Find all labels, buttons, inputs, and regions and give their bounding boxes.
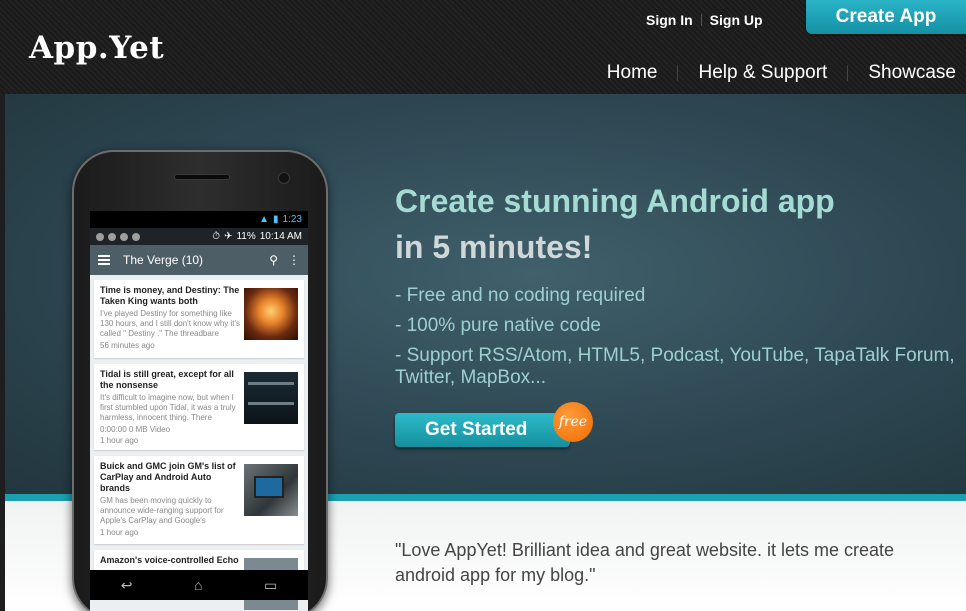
article-thumbnail — [244, 464, 298, 516]
alarm-icon: ⏱ — [212, 231, 221, 242]
airplane-icon: ✈ — [224, 231, 233, 242]
hero-headline: Create stunning Android app in 5 minutes… — [395, 178, 955, 270]
sign-up-link[interactable]: Sign Up — [710, 12, 763, 28]
article-title: Amazon's voice-controlled Echo — [100, 555, 239, 565]
article-title: Time is money, and Destiny: The Taken Ki… — [100, 285, 240, 306]
article-snippet: I've played Destiny for something like 1… — [100, 309, 241, 338]
site-logo[interactable]: App.Yet — [29, 30, 164, 66]
nav-divider — [847, 65, 849, 81]
phone-camera — [278, 172, 290, 184]
notification-icon — [120, 232, 128, 241]
create-app-button[interactable]: Create App — [806, 0, 966, 34]
nav-showcase[interactable]: Showcase — [868, 62, 956, 84]
feature-item: - Support RSS/Atom, HTML5, Podcast, YouT… — [395, 345, 955, 388]
menu-icon[interactable] — [98, 255, 110, 265]
main-nav: Home Help & Support Showcase — [607, 62, 956, 84]
article-time: 1 hour ago — [100, 528, 139, 537]
feature-list: - Free and no coding required - 100% pur… — [395, 285, 955, 397]
hero-headline-line1: Create stunning Android app — [395, 183, 835, 219]
app-title: The Verge (10) — [123, 253, 204, 267]
article-snippet: GM has been moving quickly to announce w… — [100, 496, 224, 525]
auth-divider — [700, 14, 702, 26]
free-badge: free — [553, 402, 593, 442]
more-vert-icon[interactable]: ⋮ — [288, 253, 300, 267]
status-bar: ▲ ▮ 1:23 — [90, 211, 308, 228]
notification-icon — [108, 232, 116, 241]
article-snippet: It's difficult to imagine now, but when … — [100, 393, 236, 422]
article-thumbnail — [244, 288, 298, 340]
recents-icon[interactable]: ▭ — [264, 577, 277, 594]
auth-links: Sign In Sign Up — [646, 12, 763, 28]
notification-bar: ⏱ ✈ 11% 10:14 AM — [90, 228, 308, 245]
article-title: Tidal is still great, except for all the… — [100, 369, 234, 390]
nav-divider — [677, 65, 679, 81]
hero-headline-line2: in 5 minutes! — [395, 229, 593, 265]
notification-icon — [96, 232, 104, 241]
battery-icon: ▮ — [273, 214, 279, 225]
article-card[interactable]: Time is money, and Destiny: The Taken Ki… — [94, 280, 304, 358]
nav-help-support[interactable]: Help & Support — [698, 62, 827, 84]
article-thumbnail — [244, 372, 298, 424]
nav-home[interactable]: Home — [607, 62, 658, 84]
android-nav-bar: ↩ ⌂ ▭ — [90, 570, 308, 600]
get-started-button[interactable]: Get Started — [395, 413, 570, 447]
phone-screen: ▲ ▮ 1:23 ⏱ ✈ 11% 10:14 AM The Verge (10)… — [90, 211, 308, 611]
article-card[interactable]: Tidal is still great, except for all the… — [94, 364, 304, 450]
article-media-info: 0:00:00 0 MB Video — [100, 425, 171, 434]
article-list: Time is money, and Destiny: The Taken Ki… — [90, 275, 308, 610]
search-icon[interactable]: ⚲ — [269, 253, 278, 267]
testimonial-quote: "Love AppYet! Brilliant idea and great w… — [395, 540, 895, 585]
article-title: Buick and GMC join GM's list of CarPlay … — [100, 461, 236, 493]
status-time: 1:23 — [282, 214, 302, 225]
phone-speaker — [174, 174, 230, 180]
wifi-icon: ▲ — [259, 214, 270, 225]
site-header: App.Yet Sign In Sign Up Create App Home … — [0, 0, 966, 94]
article-card[interactable]: Buick and GMC join GM's list of CarPlay … — [94, 456, 304, 544]
sign-in-link[interactable]: Sign In — [646, 12, 693, 28]
home-icon[interactable]: ⌂ — [194, 577, 202, 593]
feature-item: - 100% pure native code — [395, 315, 601, 336]
article-time: 56 minutes ago — [100, 341, 155, 350]
notification-time: 10:14 AM — [259, 231, 302, 242]
feature-item: - Free and no coding required — [395, 285, 646, 306]
back-icon[interactable]: ↩ — [121, 577, 133, 594]
notification-icon — [132, 232, 140, 241]
battery-percent: 11% — [236, 231, 256, 242]
article-time: 1 hour ago — [100, 436, 139, 445]
app-toolbar: The Verge (10) ⚲ ⋮ — [90, 245, 308, 275]
